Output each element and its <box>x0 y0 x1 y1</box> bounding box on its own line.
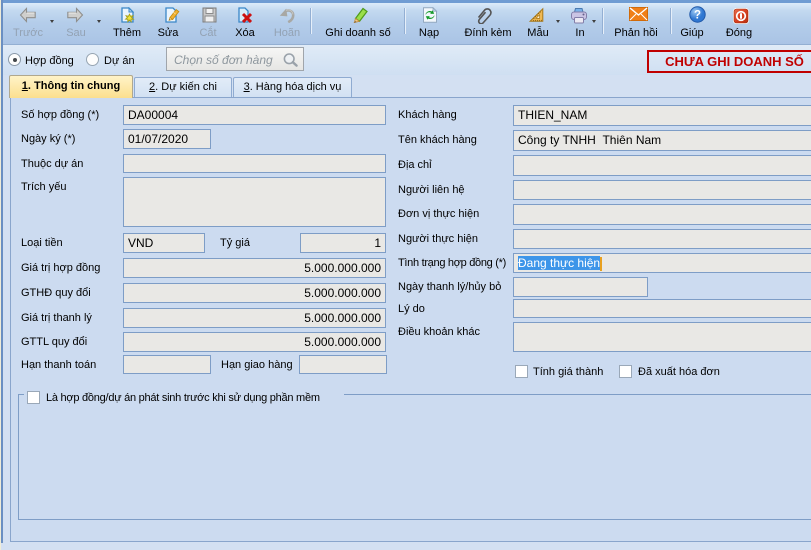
svg-text:?: ? <box>694 10 701 22</box>
